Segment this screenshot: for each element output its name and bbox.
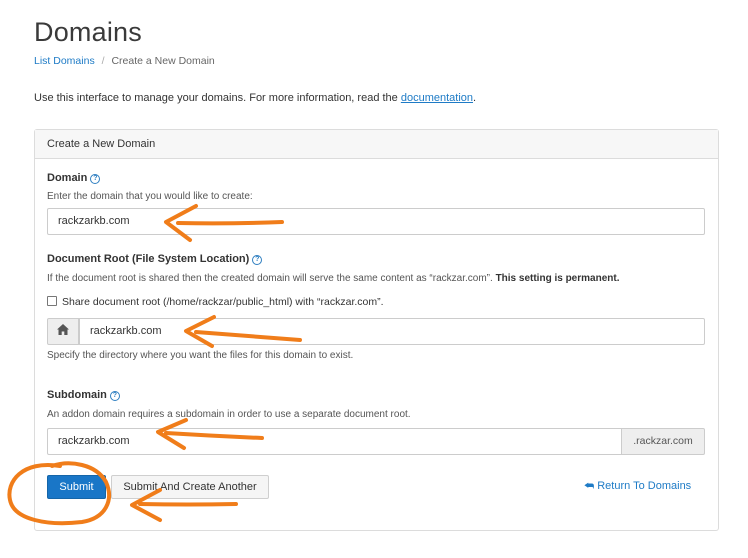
intro-text-body: Use this interface to manage your domain… <box>34 92 401 104</box>
domain-hint: Enter the domain that you would like to … <box>47 191 253 202</box>
subdomain-hint: An addon domain requires a subdomain in … <box>47 409 411 420</box>
documentation-link[interactable]: documentation <box>401 92 473 104</box>
share-docroot-checkbox[interactable] <box>47 296 57 306</box>
docroot-label-text: Document Root (File System Location) <box>47 253 250 265</box>
docroot-hint: If the document root is shared then the … <box>47 273 619 284</box>
reply-icon: ⮪ <box>584 480 595 492</box>
subdomain-label: Subdomain? <box>47 389 120 401</box>
docroot-label: Document Root (File System Location)? <box>47 253 263 265</box>
docroot-input[interactable]: rackzarkb.com <box>79 318 705 345</box>
domain-input[interactable]: rackzarkb.com <box>47 208 705 235</box>
page-title: Domains <box>34 17 142 47</box>
docroot-permanent-note: This setting is permanent. <box>495 273 620 284</box>
domain-label: Domain? <box>47 172 101 184</box>
subdomain-label-text: Subdomain <box>47 389 107 401</box>
panel-heading: Create a New Domain <box>35 130 718 159</box>
intro-text: Use this interface to manage your domain… <box>34 92 476 104</box>
domain-help-icon[interactable]: ? <box>90 174 101 184</box>
return-to-domains-link[interactable]: ⮪ Return To Domains <box>584 480 691 493</box>
breadcrumb: List Domains / Create a New Domain <box>34 55 215 67</box>
subdomain-help-icon[interactable]: ? <box>109 391 120 401</box>
share-docroot-label: Share document root (/home/rackzar/publi… <box>62 296 384 308</box>
home-icon <box>47 318 79 345</box>
subdomain-suffix: .rackzar.com <box>622 428 705 455</box>
share-docroot-option[interactable]: Share document root (/home/rackzar/publi… <box>47 296 384 308</box>
submit-button[interactable]: Submit <box>47 475 106 499</box>
subdomain-input[interactable]: rackzarkb.com <box>47 428 622 455</box>
home-icon-svg <box>57 324 69 335</box>
breadcrumb-current: Create a New Domain <box>111 55 215 67</box>
domain-label-text: Domain <box>47 172 88 184</box>
docroot-below-hint: Specify the directory where you want the… <box>47 350 354 361</box>
breadcrumb-list-domains-link[interactable]: List Domains <box>34 55 95 67</box>
submit-and-create-another-button[interactable]: Submit And Create Another <box>111 475 269 499</box>
return-to-domains-label: Return To Domains <box>597 480 692 492</box>
intro-text-end: . <box>473 92 477 104</box>
create-domain-panel: Create a New Domain Domain? Enter the do… <box>34 129 719 531</box>
docroot-hint-text: If the document root is shared then the … <box>47 273 493 284</box>
docroot-help-icon[interactable]: ? <box>252 255 263 265</box>
breadcrumb-separator: / <box>101 55 105 67</box>
